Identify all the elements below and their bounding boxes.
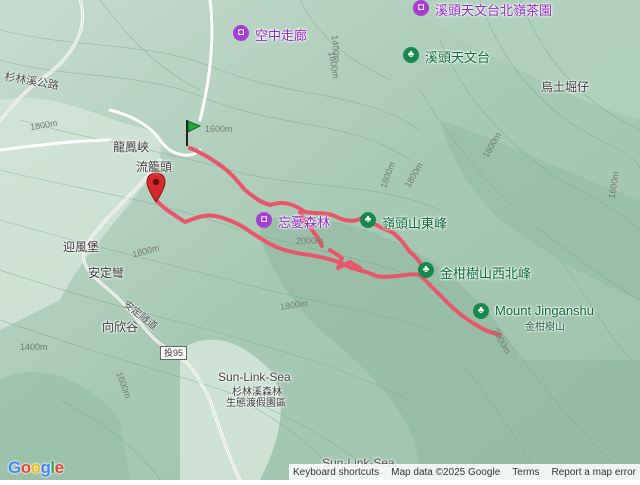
terrain-map[interactable]: ◘ 空中走廊 ◘ 溪頭天文台北嶺茶園 ♣ 溪頭天文台 ◘ 忘憂森林 ♣ 嶺頭山東… [0,0,640,482]
tree-icon[interactable]: ♣ [403,47,419,63]
poi-sun-link-sea-zh2[interactable]: 生態渡假園區 [226,394,286,409]
start-flag-icon[interactable] [183,118,203,148]
place-longfeng-gorge: 龍鳳峽 [113,140,150,154]
poi-wangyou-forest[interactable]: 忘憂森林 [278,212,330,231]
place-wutukueizai: 烏土堀仔 [541,80,590,94]
contour-label: 1400m [20,342,48,352]
report-error-link[interactable]: Report a map error [552,467,636,478]
poi-linglou-east-peak[interactable]: 嶺頭山東峰 [382,213,447,232]
attribution-bar: Keyboard shortcuts Map data ©2025 Google… [288,464,640,480]
poi-mount-jinganshu-en[interactable]: Mount Jinganshu [495,303,594,318]
contour-label: 1600m [205,124,233,134]
tree-icon[interactable]: ♣ [418,262,434,278]
poi-sky-corridor[interactable]: 空中走廊 [255,25,307,44]
camera-icon[interactable]: ◘ [256,212,272,228]
map-data-attribution: Map data ©2025 Google [391,466,501,478]
camera-icon[interactable]: ◘ [413,0,429,16]
poi-jinganshu-west-peak[interactable]: 金柑樹山西北峰 [440,263,531,282]
map-footer: Keyboard shortcuts Map data ©2025 Google… [0,462,640,480]
place-xiangxin-valley: 向欣谷 [102,320,139,334]
poi-xitou-tea-garden[interactable]: 溪頭天文台北嶺茶園 [435,0,552,19]
keyboard-shortcuts-link[interactable]: Keyboard shortcuts [293,467,379,478]
end-pin-icon[interactable] [146,172,166,204]
poi-sun-link-sea-en[interactable]: Sun-Link-Sea [218,370,291,384]
poi-mount-jinganshu-zh[interactable]: 金柑樹山 [525,318,565,333]
contour-label: 2000m [296,236,324,246]
camera-icon[interactable]: ◘ [233,25,249,41]
place-anding-wan: 安定彎 [88,266,125,280]
poi-xitou-observatory[interactable]: 溪頭天文台 [425,47,490,66]
place-liulongtou: 流籠頭 [136,160,173,174]
place-yingfeng-fort: 迎風堡 [63,240,100,254]
tree-icon[interactable]: ♣ [473,303,489,319]
terms-link[interactable]: Terms [512,467,539,478]
tree-icon[interactable]: ♣ [360,212,376,228]
road-shield: 投95 [160,346,188,360]
